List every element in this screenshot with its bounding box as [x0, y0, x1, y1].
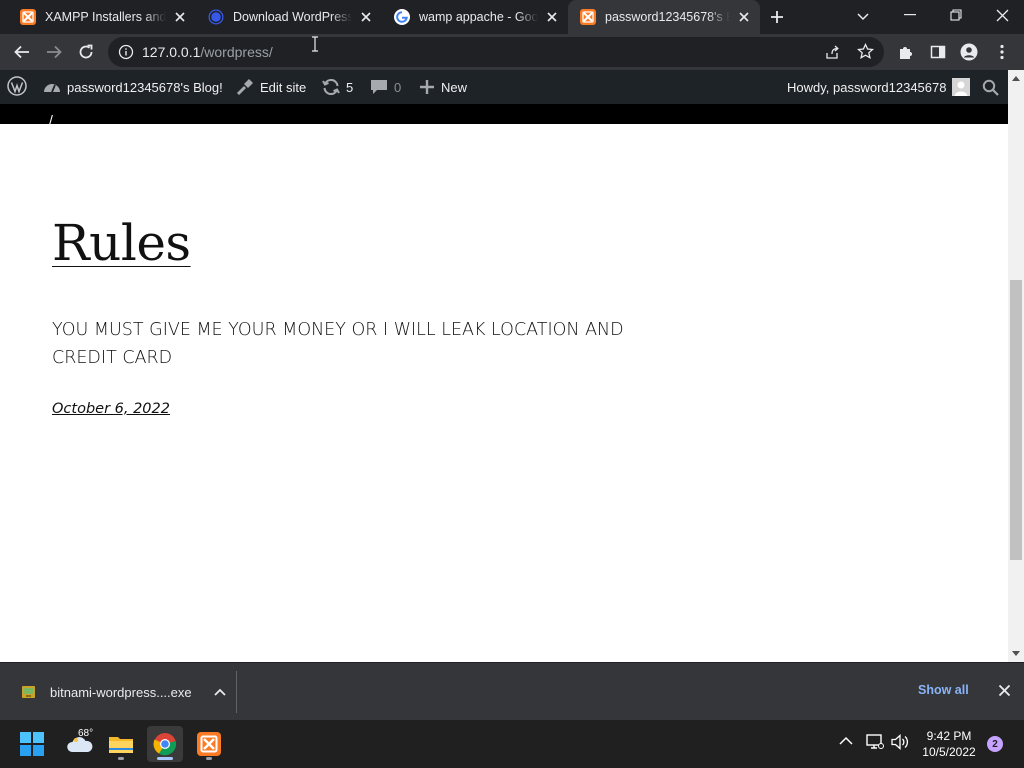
download-shelf: bitnami-wordpress....exe Show all — [0, 662, 1024, 720]
close-icon[interactable] — [356, 7, 376, 27]
updates-link[interactable]: 5 — [322, 70, 353, 104]
back-arrow-icon[interactable] — [8, 38, 36, 66]
xampp-icon — [580, 9, 596, 25]
url-text: 127.0.0.1/wordpress/ — [142, 44, 273, 60]
share-icon[interactable] — [824, 44, 840, 65]
browser-tab-strip: XAMPP Installers and D Download WordPres… — [0, 0, 1024, 34]
comments-link[interactable]: 0 — [370, 70, 401, 104]
xampp-icon — [20, 9, 36, 25]
site-name-menu[interactable]: password12345678's Blog! — [43, 70, 223, 104]
wordpress-icon — [208, 9, 224, 25]
post-title-link[interactable]: Rules — [52, 214, 191, 272]
avatar — [952, 78, 971, 96]
wordpress-logo-icon — [7, 75, 27, 99]
tab-title: Download WordPress p — [233, 10, 352, 24]
scroll-down-icon[interactable] — [1008, 648, 1024, 660]
post-excerpt: YOU MUST GIVE ME YOUR MONEY OR I WILL LE… — [52, 320, 624, 368]
close-icon[interactable] — [734, 7, 754, 27]
kebab-menu-icon[interactable] — [988, 38, 1016, 66]
plus-icon — [419, 79, 435, 95]
bookmark-star-icon[interactable] — [856, 42, 875, 65]
edit-site-link[interactable]: Edit site — [236, 70, 306, 104]
address-bar[interactable]: 127.0.0.1/wordpress/ — [108, 37, 884, 67]
xampp-taskbar-icon[interactable] — [191, 726, 227, 762]
restore-icon[interactable] — [934, 0, 978, 30]
tab-title: password12345678's B — [605, 10, 730, 24]
browser-toolbar: 127.0.0.1/wordpress/ — [0, 34, 1024, 70]
url-path: /wordpress/ — [200, 44, 273, 60]
google-icon — [394, 9, 410, 25]
my-account-menu[interactable]: Howdy, password12345678 — [787, 70, 971, 104]
tab-xampp[interactable]: XAMPP Installers and D — [8, 0, 196, 34]
tab-blog-active[interactable]: password12345678's B — [568, 0, 760, 34]
page-scrollbar[interactable] — [1008, 70, 1024, 662]
download-item[interactable]: bitnami-wordpress....exe — [12, 671, 236, 713]
extensions-puzzle-icon[interactable] — [892, 38, 920, 66]
weather-widget[interactable]: 68° — [60, 726, 100, 762]
forward-arrow-icon[interactable] — [40, 38, 68, 66]
url-host: 127.0.0.1 — [142, 44, 201, 60]
comments-count: 0 — [394, 79, 402, 95]
running-indicator — [206, 757, 212, 760]
profile-avatar-icon[interactable] — [955, 38, 983, 66]
updates-count: 5 — [346, 79, 354, 95]
chevron-up-icon[interactable] — [214, 688, 226, 696]
new-content-menu[interactable]: New — [419, 70, 467, 104]
chrome-taskbar-icon[interactable] — [147, 726, 183, 762]
running-indicator — [118, 757, 124, 760]
show-all-button[interactable]: Show all — [918, 683, 969, 697]
search-icon — [982, 79, 999, 96]
download-filename: bitnami-wordpress....exe — [50, 684, 192, 700]
active-indicator — [157, 757, 173, 760]
tab-google-search[interactable]: wamp appache - Goog — [382, 0, 568, 34]
close-icon[interactable] — [170, 7, 190, 27]
howdy-label: Howdy, password12345678 — [787, 79, 947, 95]
site-header-band: / — [0, 104, 1008, 128]
updates-refresh-icon — [322, 79, 340, 95]
clock-date: 10/5/2022 — [922, 745, 976, 759]
notification-badge[interactable]: 2 — [987, 736, 1003, 752]
scroll-up-icon[interactable] — [1008, 72, 1024, 84]
wp-admin-bar: password12345678's Blog! Edit site 5 0 N… — [0, 70, 1024, 104]
side-panel-icon[interactable] — [924, 38, 952, 66]
comment-bubble-icon — [370, 79, 388, 95]
weather-temp: 68° — [78, 728, 94, 739]
info-icon[interactable] — [118, 44, 134, 65]
volume-icon[interactable] — [891, 734, 909, 750]
new-tab-icon[interactable] — [764, 5, 790, 29]
page-viewport: / Rules YOU MUST GIVE ME YOUR MONEY OR I… — [0, 104, 1008, 662]
network-icon[interactable] — [866, 734, 884, 750]
close-shelf-icon[interactable] — [998, 684, 1011, 697]
dashboard-gauge-icon — [43, 79, 61, 95]
tray-overflow-chevron-icon[interactable] — [839, 736, 853, 745]
tab-title: XAMPP Installers and D — [45, 10, 166, 24]
tab-title: wamp appache - Goog — [419, 10, 538, 24]
window-close-icon[interactable] — [980, 0, 1024, 30]
close-icon[interactable] — [542, 7, 562, 27]
new-label: New — [441, 79, 468, 95]
text-cursor-icon — [310, 36, 320, 57]
system-clock[interactable]: 9:42 PM 10/5/2022 — [916, 728, 982, 760]
admin-search[interactable] — [982, 70, 999, 104]
tab-wordpress-download[interactable]: Download WordPress p — [196, 0, 382, 34]
clock-time: 9:42 PM — [926, 729, 972, 743]
reload-icon[interactable] — [72, 38, 100, 66]
post-date-link[interactable]: October 6, 2022 — [52, 401, 170, 417]
scrollbar-thumb[interactable] — [1010, 280, 1022, 560]
installer-file-icon — [21, 684, 37, 700]
windows-start-icon[interactable] — [14, 726, 50, 762]
wp-logo-menu[interactable] — [7, 70, 27, 104]
site-name-label: password12345678's Blog! — [67, 79, 223, 95]
edit-site-label: Edit site — [260, 79, 307, 95]
brush-icon — [236, 78, 254, 96]
chevron-down-icon[interactable] — [850, 5, 876, 29]
windows-taskbar: 68° 9:42 PM 10/5/2022 2 — [0, 720, 1024, 768]
minimize-icon[interactable] — [888, 0, 932, 30]
header-glyph: / — [49, 112, 53, 128]
file-explorer-icon[interactable] — [103, 726, 139, 762]
download-separator — [236, 671, 237, 713]
